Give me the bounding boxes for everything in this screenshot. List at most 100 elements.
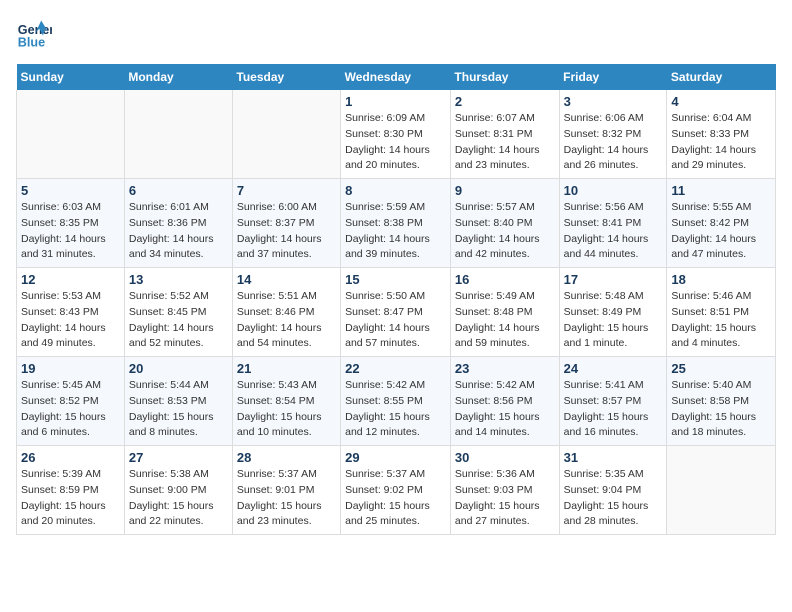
cell-w2-d5: 9 Sunrise: 5:57 AMSunset: 8:40 PMDaylight… <box>450 179 559 268</box>
day-number: 3 <box>564 94 663 109</box>
day-sun-info: Sunrise: 5:39 AMSunset: 8:59 PMDaylight:… <box>21 467 120 530</box>
day-sun-info: Sunrise: 5:52 AMSunset: 8:45 PMDaylight:… <box>129 289 228 352</box>
day-number: 4 <box>671 94 771 109</box>
day-sun-info: Sunrise: 5:40 AMSunset: 8:58 PMDaylight:… <box>671 378 771 441</box>
logo: General Blue <box>16 16 56 52</box>
cell-w4-d7: 25 Sunrise: 5:40 AMSunset: 8:58 PMDayligh… <box>667 357 776 446</box>
day-number: 27 <box>129 450 228 465</box>
week-row-2: 5 Sunrise: 6:03 AMSunset: 8:35 PMDaylight… <box>17 179 776 268</box>
day-number: 28 <box>237 450 336 465</box>
week-row-5: 26 Sunrise: 5:39 AMSunset: 8:59 PMDayligh… <box>17 446 776 535</box>
cell-w3-d4: 15 Sunrise: 5:50 AMSunset: 8:47 PMDayligh… <box>341 268 451 357</box>
cell-w4-d1: 19Sunrise: 5:45 AMSunset: 8:52 PMDayligh… <box>17 357 125 446</box>
cell-w5-d1: 26 Sunrise: 5:39 AMSunset: 8:59 PMDayligh… <box>17 446 125 535</box>
day-sun-info: Sunrise: 5:57 AMSunset: 8:40 PMDaylight:… <box>455 200 555 263</box>
day-number: 2 <box>455 94 555 109</box>
cell-w1-d2 <box>124 90 232 179</box>
cell-w3-d6: 17 Sunrise: 5:48 AMSunset: 8:49 PMDayligh… <box>559 268 667 357</box>
day-number: 25 <box>671 361 771 376</box>
week-row-3: 12 Sunrise: 5:53 AMSunset: 8:43 PMDayligh… <box>17 268 776 357</box>
day-number: 16 <box>455 272 555 287</box>
cell-w5-d4: 29 Sunrise: 5:37 AMSunset: 9:02 PMDayligh… <box>341 446 451 535</box>
cell-w2-d4: 8Sunrise: 5:59 AMSunset: 8:38 PMDaylight… <box>341 179 451 268</box>
day-sun-info: Sunrise: 5:56 AMSunset: 8:41 PMDaylight:… <box>564 200 663 263</box>
day-number: 8 <box>345 183 446 198</box>
day-number: 18 <box>671 272 771 287</box>
day-number: 29 <box>345 450 446 465</box>
cell-w5-d6: 31 Sunrise: 5:35 AMSunset: 9:04 PMDayligh… <box>559 446 667 535</box>
day-sun-info: Sunrise: 6:06 AMSunset: 8:32 PMDaylight:… <box>564 111 663 174</box>
day-sun-info: Sunrise: 5:49 AMSunset: 8:48 PMDaylight:… <box>455 289 555 352</box>
day-sun-info: Sunrise: 5:42 AMSunset: 8:55 PMDaylight:… <box>345 378 446 441</box>
day-sun-info: Sunrise: 5:37 AMSunset: 9:02 PMDaylight:… <box>345 467 446 530</box>
header-thursday: Thursday <box>450 64 559 90</box>
cell-w5-d7 <box>667 446 776 535</box>
week-row-1: 1 Sunrise: 6:09 AMSunset: 8:30 PMDaylight… <box>17 90 776 179</box>
day-sun-info: Sunrise: 6:00 AMSunset: 8:37 PMDaylight:… <box>237 200 336 263</box>
day-sun-info: Sunrise: 6:03 AMSunset: 8:35 PMDaylight:… <box>21 200 120 263</box>
day-sun-info: Sunrise: 5:55 AMSunset: 8:42 PMDaylight:… <box>671 200 771 263</box>
day-number: 11 <box>671 183 771 198</box>
header-saturday: Saturday <box>667 64 776 90</box>
cell-w2-d3: 7Sunrise: 6:00 AMSunset: 8:37 PMDaylight… <box>232 179 340 268</box>
cell-w1-d4: 1 Sunrise: 6:09 AMSunset: 8:30 PMDaylight… <box>341 90 451 179</box>
cell-w5-d2: 27Sunrise: 5:38 AMSunset: 9:00 PMDayligh… <box>124 446 232 535</box>
day-sun-info: Sunrise: 5:51 AMSunset: 8:46 PMDaylight:… <box>237 289 336 352</box>
day-sun-info: Sunrise: 6:07 AMSunset: 8:31 PMDaylight:… <box>455 111 555 174</box>
cell-w1-d6: 3 Sunrise: 6:06 AMSunset: 8:32 PMDaylight… <box>559 90 667 179</box>
day-sun-info: Sunrise: 5:53 AMSunset: 8:43 PMDaylight:… <box>21 289 120 352</box>
cell-w3-d3: 14 Sunrise: 5:51 AMSunset: 8:46 PMDayligh… <box>232 268 340 357</box>
cell-w3-d5: 16 Sunrise: 5:49 AMSunset: 8:48 PMDayligh… <box>450 268 559 357</box>
cell-w2-d6: 10 Sunrise: 5:56 AMSunset: 8:41 PMDayligh… <box>559 179 667 268</box>
cell-w4-d6: 24 Sunrise: 5:41 AMSunset: 8:57 PMDayligh… <box>559 357 667 446</box>
day-number: 10 <box>564 183 663 198</box>
day-number: 5 <box>21 183 120 198</box>
day-number: 13 <box>129 272 228 287</box>
calendar-header: SundayMondayTuesdayWednesdayThursdayFrid… <box>17 64 776 90</box>
cell-w2-d2: 6 Sunrise: 6:01 AMSunset: 8:36 PMDaylight… <box>124 179 232 268</box>
calendar-body: 1 Sunrise: 6:09 AMSunset: 8:30 PMDaylight… <box>17 90 776 535</box>
day-number: 24 <box>564 361 663 376</box>
logo-icon: General Blue <box>16 16 52 52</box>
day-sun-info: Sunrise: 5:43 AMSunset: 8:54 PMDaylight:… <box>237 378 336 441</box>
cell-w3-d7: 18 Sunrise: 5:46 AMSunset: 8:51 PMDayligh… <box>667 268 776 357</box>
cell-w3-d2: 13 Sunrise: 5:52 AMSunset: 8:45 PMDayligh… <box>124 268 232 357</box>
cell-w4-d4: 22 Sunrise: 5:42 AMSunset: 8:55 PMDayligh… <box>341 357 451 446</box>
cell-w1-d1 <box>17 90 125 179</box>
day-number: 15 <box>345 272 446 287</box>
cell-w2-d1: 5 Sunrise: 6:03 AMSunset: 8:35 PMDaylight… <box>17 179 125 268</box>
day-sun-info: Sunrise: 6:01 AMSunset: 8:36 PMDaylight:… <box>129 200 228 263</box>
week-row-4: 19Sunrise: 5:45 AMSunset: 8:52 PMDayligh… <box>17 357 776 446</box>
day-number: 17 <box>564 272 663 287</box>
calendar-table: SundayMondayTuesdayWednesdayThursdayFrid… <box>16 64 776 535</box>
day-number: 12 <box>21 272 120 287</box>
day-number: 6 <box>129 183 228 198</box>
day-number: 26 <box>21 450 120 465</box>
day-sun-info: Sunrise: 6:09 AMSunset: 8:30 PMDaylight:… <box>345 111 446 174</box>
day-number: 14 <box>237 272 336 287</box>
day-sun-info: Sunrise: 6:04 AMSunset: 8:33 PMDaylight:… <box>671 111 771 174</box>
day-number: 30 <box>455 450 555 465</box>
cell-w4-d2: 20Sunrise: 5:44 AMSunset: 8:53 PMDayligh… <box>124 357 232 446</box>
day-number: 1 <box>345 94 446 109</box>
cell-w5-d3: 28Sunrise: 5:37 AMSunset: 9:01 PMDayligh… <box>232 446 340 535</box>
header-wednesday: Wednesday <box>341 64 451 90</box>
day-sun-info: Sunrise: 5:35 AMSunset: 9:04 PMDaylight:… <box>564 467 663 530</box>
day-number: 31 <box>564 450 663 465</box>
day-sun-info: Sunrise: 5:42 AMSunset: 8:56 PMDaylight:… <box>455 378 555 441</box>
cell-w4-d5: 23Sunrise: 5:42 AMSunset: 8:56 PMDayligh… <box>450 357 559 446</box>
cell-w1-d5: 2 Sunrise: 6:07 AMSunset: 8:31 PMDaylight… <box>450 90 559 179</box>
day-sun-info: Sunrise: 5:50 AMSunset: 8:47 PMDaylight:… <box>345 289 446 352</box>
day-number: 20 <box>129 361 228 376</box>
day-sun-info: Sunrise: 5:48 AMSunset: 8:49 PMDaylight:… <box>564 289 663 352</box>
header-monday: Monday <box>124 64 232 90</box>
cell-w2-d7: 11 Sunrise: 5:55 AMSunset: 8:42 PMDayligh… <box>667 179 776 268</box>
day-number: 22 <box>345 361 446 376</box>
day-sun-info: Sunrise: 5:41 AMSunset: 8:57 PMDaylight:… <box>564 378 663 441</box>
day-sun-info: Sunrise: 5:46 AMSunset: 8:51 PMDaylight:… <box>671 289 771 352</box>
day-number: 21 <box>237 361 336 376</box>
cell-w1-d7: 4 Sunrise: 6:04 AMSunset: 8:33 PMDaylight… <box>667 90 776 179</box>
header-friday: Friday <box>559 64 667 90</box>
day-number: 9 <box>455 183 555 198</box>
day-sun-info: Sunrise: 5:36 AMSunset: 9:03 PMDaylight:… <box>455 467 555 530</box>
